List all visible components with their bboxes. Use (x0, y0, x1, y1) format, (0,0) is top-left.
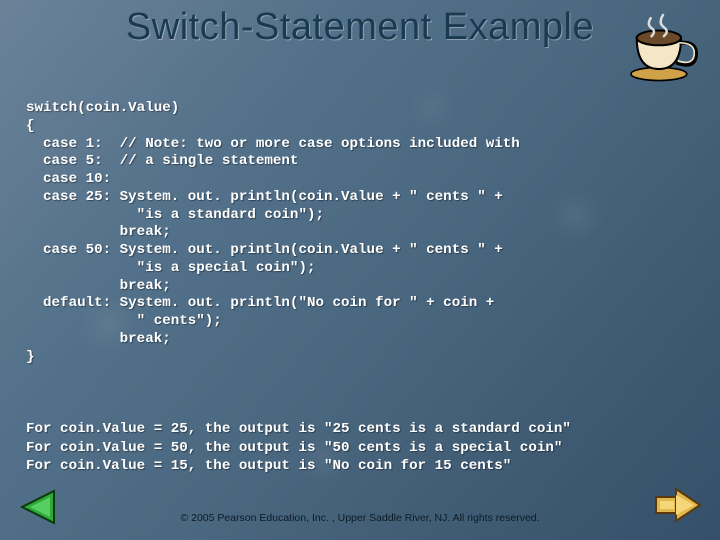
next-button[interactable] (652, 483, 704, 532)
teacup-icon (620, 10, 706, 92)
code-block: switch(coin.Value) { case 1: // Note: tw… (26, 100, 702, 366)
copyright-footer: © 2005 Pearson Education, Inc. , Upper S… (0, 512, 720, 524)
slide: Switch-Statement Example switch(coin.Val… (0, 0, 720, 540)
prev-button[interactable] (16, 487, 60, 532)
example-output: For coin.Value = 25, the output is "25 c… (26, 420, 702, 475)
page-title: Switch-Statement Example (0, 6, 720, 49)
